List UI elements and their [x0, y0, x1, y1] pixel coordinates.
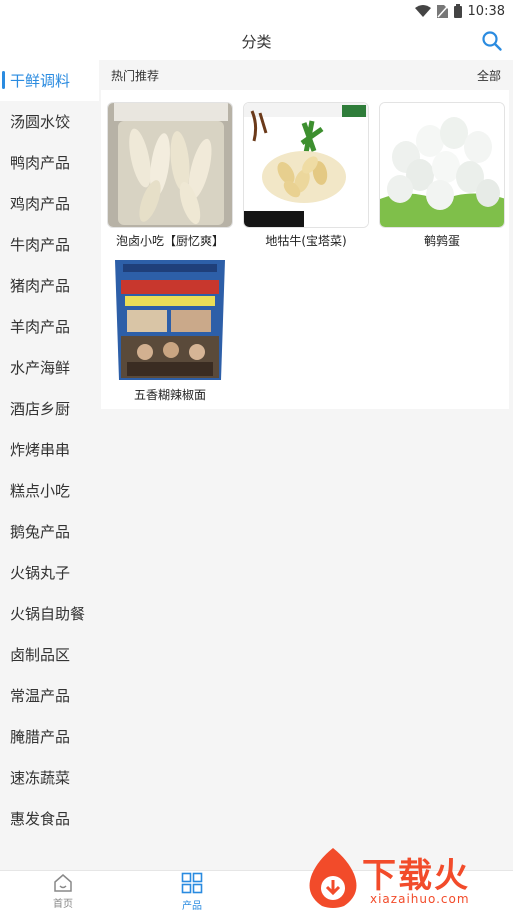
section-title: 热门推荐: [111, 68, 160, 83]
sidebar-item[interactable]: 鹅兔产品: [0, 511, 99, 552]
sidebar-item[interactable]: 酒店乡厨: [0, 388, 99, 429]
sidebar-item-label: 酒店乡厨: [10, 400, 71, 418]
sidebar-item[interactable]: 羊肉产品: [0, 306, 99, 347]
product-name: 泡卤小吃【厨忆爽】: [115, 234, 224, 248]
battery-icon: [453, 4, 462, 18]
sidebar-item[interactable]: 腌腊产品: [0, 716, 99, 757]
product-name: 鹌鹑蛋: [423, 234, 460, 248]
category-sidebar: 干鲜调料 汤圆水饺 鸭肉产品 鸡肉产品 牛肉产品 猪肉产品 羊肉产品 水产海鲜 …: [0, 60, 99, 870]
sidebar-item-label: 鸭肉产品: [10, 154, 71, 172]
section-header: 热门推荐 全部: [99, 60, 513, 90]
tab-products-label: 产品: [182, 901, 202, 912]
sidebar-item[interactable]: 牛肉产品: [0, 224, 99, 265]
watermark: 下载火 xiazaihuo.com: [300, 842, 513, 912]
product-image: [107, 256, 233, 382]
sidebar-item-label: 鹅兔产品: [10, 523, 71, 541]
product-card[interactable]: 鹌鹑蛋: [379, 102, 505, 249]
sidebar-item[interactable]: 卤制品区: [0, 634, 99, 675]
tab-home-label: 首页: [53, 899, 73, 910]
sidebar-item[interactable]: 汤圆水饺: [0, 101, 99, 142]
sidebar-item-label: 鸡肉产品: [10, 195, 71, 213]
sidebar-item-label: 糕点小吃: [10, 482, 71, 500]
sidebar-item-label: 常温产品: [10, 687, 71, 705]
product-card[interactable]: 五香糊辣椒面: [107, 256, 233, 403]
wifi-icon: [414, 5, 431, 17]
sidebar-item[interactable]: 干鲜调料: [0, 60, 99, 101]
tab-products[interactable]: 产品: [162, 872, 222, 912]
sidebar-item-label: 速冻蔬菜: [10, 769, 71, 787]
sidebar-item-label: 猪肉产品: [10, 277, 71, 295]
sidebar-item[interactable]: 速冻蔬菜: [0, 757, 99, 798]
sidebar-item[interactable]: 水产海鲜: [0, 347, 99, 388]
product-image: [243, 102, 369, 228]
content-area: 热门推荐 全部 泡卤小吃【厨忆爽】 地牯牛(宝塔菜) 鹌鹑蛋 五香糊辣椒面: [99, 60, 513, 870]
sidebar-item[interactable]: 火锅自助餐: [0, 593, 99, 634]
sidebar-item-label: 炸烤串串: [10, 441, 71, 459]
grid-icon: [181, 872, 203, 897]
product-name: 五香糊辣椒面: [133, 388, 206, 402]
sidebar-item-label: 腌腊产品: [10, 728, 71, 746]
sidebar-item-label: 卤制品区: [10, 646, 71, 664]
view-all-link[interactable]: 全部: [477, 67, 501, 84]
sidebar-item-label: 火锅丸子: [10, 564, 71, 582]
sim-icon: [436, 4, 448, 18]
status-time: 10:38: [467, 3, 505, 19]
sidebar-item-label: 火锅自助餐: [10, 605, 86, 623]
product-grid: 泡卤小吃【厨忆爽】 地牯牛(宝塔菜) 鹌鹑蛋 五香糊辣椒面: [101, 90, 509, 409]
sidebar-item[interactable]: 常温产品: [0, 675, 99, 716]
home-icon: [53, 874, 73, 895]
sidebar-item[interactable]: 猪肉产品: [0, 265, 99, 306]
sidebar-item[interactable]: 鸡肉产品: [0, 183, 99, 224]
sidebar-item[interactable]: 糕点小吃: [0, 470, 99, 511]
sidebar-item-label: 惠发食品: [10, 810, 71, 828]
sidebar-item[interactable]: 火锅丸子: [0, 552, 99, 593]
sidebar-item-label: 干鲜调料: [10, 72, 71, 90]
product-name: 地牯牛(宝塔菜): [265, 234, 347, 248]
status-bar: 10:38: [0, 0, 513, 22]
sidebar-item[interactable]: 惠发食品: [0, 798, 99, 839]
product-card[interactable]: 泡卤小吃【厨忆爽】: [107, 102, 233, 249]
sidebar-item[interactable]: 鸭肉产品: [0, 142, 99, 183]
watermark-text: 下载火: [362, 856, 470, 896]
sidebar-item-label: 水产海鲜: [10, 359, 71, 377]
product-image: [379, 102, 505, 228]
product-card[interactable]: 地牯牛(宝塔菜): [243, 102, 369, 249]
search-icon[interactable]: [481, 30, 503, 52]
sidebar-item-label: 牛肉产品: [10, 236, 71, 254]
tab-home[interactable]: 首页: [33, 873, 93, 911]
page-title: 分类: [241, 32, 272, 51]
product-image: [107, 102, 233, 228]
watermark-url: xiazaihuo.com: [370, 892, 470, 906]
sidebar-item-label: 汤圆水饺: [10, 113, 71, 131]
app-bar: 分类: [0, 22, 513, 60]
sidebar-item[interactable]: 炸烤串串: [0, 429, 99, 470]
sidebar-item-label: 羊肉产品: [10, 318, 71, 336]
